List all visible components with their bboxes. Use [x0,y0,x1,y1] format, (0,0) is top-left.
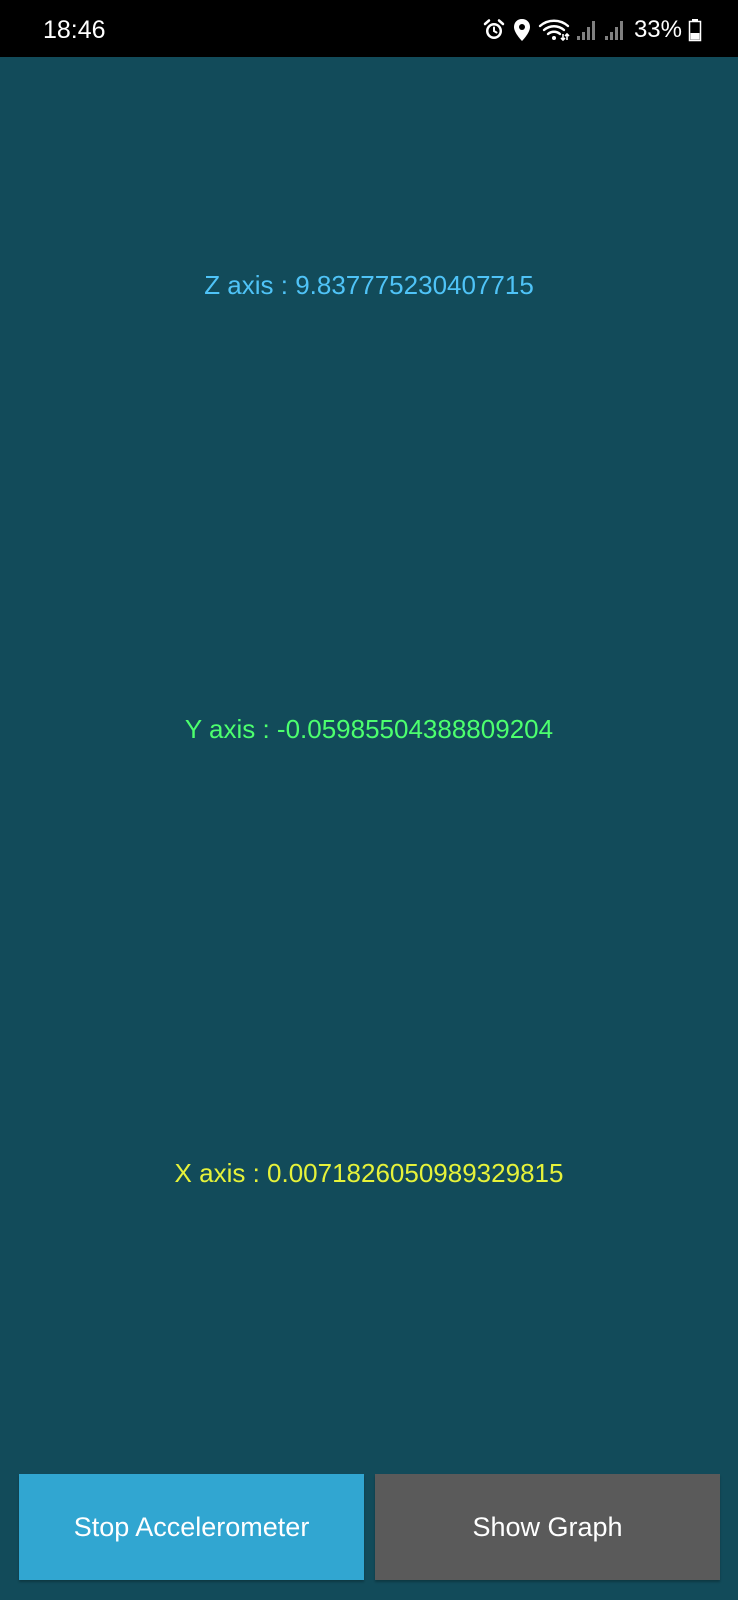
show-graph-button[interactable]: Show Graph [375,1474,720,1580]
status-bar: 18:46 33% [0,0,738,57]
alarm-icon [482,18,506,42]
signal-icon [576,18,598,42]
signal-icon [604,18,626,42]
app-screen: 18:46 33% Z axis: 9.837775230407715 Y a… [0,0,738,1600]
stop-accelerometer-button[interactable]: Stop Accelerometer [19,1474,364,1580]
wifi-icon [538,18,570,42]
battery-icon [688,18,702,42]
battery-percent: 33% [633,16,682,43]
z-axis-reading: Z axis : 9.837775230407715 [204,270,534,300]
status-time: 18:46 [43,16,106,44]
x-axis-reading: X axis : 0.0071826050989329815 [174,1158,564,1188]
status-icons: 33% [482,14,702,46]
y-axis-reading: Y axis : -0.05985504388809204 [184,714,554,744]
location-icon [512,18,532,42]
